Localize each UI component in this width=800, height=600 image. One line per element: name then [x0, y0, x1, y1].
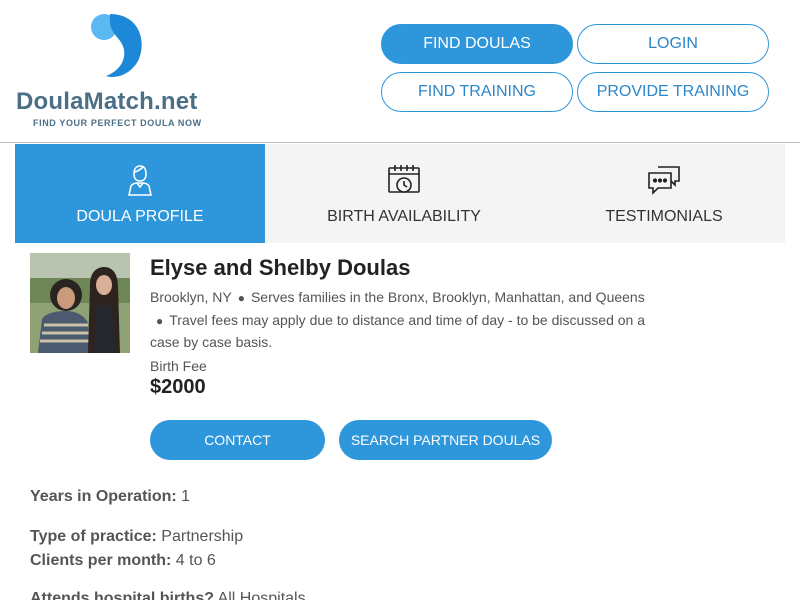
tab-birth-availability[interactable]: BIRTH AVAILABILITY [265, 144, 543, 243]
detail-years: Years in Operation: 1 [30, 488, 191, 505]
logo-mark-icon [91, 14, 142, 78]
tab-label: BIRTH AVAILABILITY [327, 208, 481, 225]
bullet-icon: ● [237, 291, 245, 305]
doula-name: Elyse and Shelby Doulas [150, 255, 411, 280]
profile-photo [30, 253, 130, 353]
profile-tabs: DOULA PROFILE BIRTH AVAILABILITY TESTIMO… [15, 144, 785, 243]
detail-clients-per-month: Clients per month: 4 to 6 [30, 552, 216, 569]
tab-label: TESTIMONIALS [605, 208, 723, 225]
provide-training-button[interactable]: PROVIDE TRAINING [577, 72, 769, 112]
detail-hospital-births: Attends hospital births? All Hospitals [30, 590, 306, 600]
tab-testimonials[interactable]: TESTIMONIALS [543, 144, 785, 243]
tab-doula-profile[interactable]: DOULA PROFILE [15, 144, 265, 243]
site-header: DoulaMatch.net FIND YOUR PERFECT DOULA N… [0, 0, 800, 143]
chat-bubbles-icon [648, 166, 680, 195]
find-training-button[interactable]: FIND TRAINING [381, 72, 573, 112]
find-doulas-button[interactable]: FIND DOULAS [381, 24, 573, 64]
person-icon [128, 165, 152, 196]
fee-label: Birth Fee [150, 358, 207, 374]
travel-note-text: Travel fees may apply due to distance an… [150, 311, 645, 351]
fee-value: $2000 [150, 376, 206, 398]
detail-practice-type: Type of practice: Partnership [30, 528, 244, 545]
tab-label: DOULA PROFILE [76, 208, 204, 225]
contact-button[interactable]: CONTACT [150, 420, 325, 460]
bullet-icon: ● [156, 313, 164, 328]
calendar-clock-icon [388, 165, 420, 193]
logo-name: DoulaMatch.net [16, 88, 198, 115]
doula-description: Brooklyn, NY ● Serves families in the Bron… [150, 287, 650, 354]
location-text: Brooklyn, NY [150, 289, 232, 305]
search-partner-doulas-button[interactable]: SEARCH PARTNER DOULAS [339, 420, 552, 460]
login-button[interactable]: LOGIN [577, 24, 769, 64]
service-area-text: Serves families in the Bronx, Brooklyn, … [250, 289, 645, 305]
logo[interactable]: DoulaMatch.net FIND YOUR PERFECT DOULA N… [16, 12, 226, 132]
logo-tagline: FIND YOUR PERFECT DOULA NOW [33, 118, 202, 128]
